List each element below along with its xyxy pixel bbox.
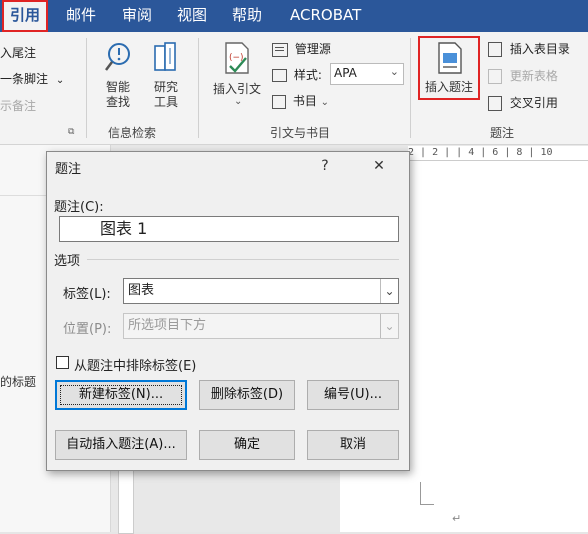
manage-sources-icon bbox=[272, 42, 288, 57]
update-table-button[interactable]: 更新表格 bbox=[488, 67, 558, 84]
new-label-button[interactable]: 新建标签(N)... bbox=[55, 380, 187, 410]
bibliography-icon bbox=[272, 94, 286, 109]
researcher-label: 研究 工具 bbox=[153, 80, 178, 109]
cancel-button[interactable]: 取消 bbox=[307, 430, 399, 460]
insert-caption-button[interactable]: 插入题注 bbox=[418, 36, 480, 100]
insert-citation-icon: (−) bbox=[225, 42, 249, 74]
next-footnote-button[interactable]: 一条脚注 ⌄ bbox=[0, 70, 64, 87]
cross-reference-label: 交叉引用 bbox=[509, 96, 558, 110]
svg-text:(−): (−) bbox=[229, 53, 244, 63]
horizontal-ruler[interactable]: 2 | 2 | | 4 | 6 | 8 | 10 bbox=[408, 146, 588, 161]
insert-table-of-figures-button[interactable]: 插入表目录 bbox=[488, 40, 570, 57]
tab-help[interactable]: 帮助 bbox=[232, 0, 262, 32]
dialog-title: 题注 bbox=[55, 162, 82, 177]
captions-group-label: 题注 bbox=[490, 126, 515, 140]
group-separator bbox=[410, 38, 411, 138]
insert-citation-label: 插入引文 bbox=[212, 82, 261, 96]
chevron-down-icon: ⌄ bbox=[389, 65, 399, 78]
chevron-down-icon: ⌄ bbox=[234, 96, 243, 107]
paragraph-mark-icon: ↵ bbox=[452, 512, 462, 525]
insert-table-of-figures-label: 插入表目录 bbox=[509, 42, 570, 56]
exclude-label-text: 从题注中排除标签(E) bbox=[74, 359, 197, 374]
tab-view[interactable]: 视图 bbox=[177, 0, 207, 32]
table-of-figures-icon bbox=[488, 42, 502, 57]
insert-caption-icon bbox=[438, 42, 462, 74]
chevron-down-icon: ⌄ bbox=[320, 97, 330, 108]
numbering-button[interactable]: 编号(U)... bbox=[307, 380, 399, 410]
next-footnote-label: 一条脚注 bbox=[0, 72, 49, 86]
options-section-label: 选项 bbox=[54, 254, 81, 269]
label-field-label: 标签(L): bbox=[63, 287, 111, 302]
close-button[interactable]: ✕ bbox=[367, 154, 391, 178]
caption-dialog: 题注 ? ✕ 题注(C): 图表 1 选项 标签(L): 图表 ⌄ 位置(P):… bbox=[46, 151, 410, 471]
style-label-group: 样式: bbox=[272, 66, 322, 83]
cross-reference-icon bbox=[488, 96, 502, 111]
group-separator bbox=[86, 38, 87, 138]
update-table-icon bbox=[488, 69, 502, 84]
chevron-down-icon: ⌄ bbox=[380, 279, 398, 303]
smart-lookup-label: 智能 查找 bbox=[105, 80, 130, 109]
show-notes-button[interactable]: 示备注 bbox=[0, 97, 36, 114]
style-select[interactable]: APA ⌄ bbox=[330, 63, 404, 85]
chevron-down-icon: ⌄ bbox=[55, 75, 65, 86]
manage-sources-button[interactable]: 管理源 bbox=[272, 40, 331, 57]
bibliography-label: 书目 bbox=[292, 94, 317, 108]
nav-heading-item[interactable]: 的标题 bbox=[0, 373, 36, 390]
update-table-label: 更新表格 bbox=[509, 69, 558, 83]
margin-mark bbox=[420, 504, 434, 505]
margin-mark bbox=[420, 482, 421, 504]
exclude-label-checkbox[interactable] bbox=[56, 356, 69, 369]
bibliography-button[interactable]: 书目 ⌄ bbox=[272, 92, 329, 109]
vertical-ruler[interactable] bbox=[118, 470, 134, 534]
label-select-value: 图表 bbox=[128, 283, 155, 298]
manage-sources-label: 管理源 bbox=[294, 42, 331, 56]
group-separator bbox=[198, 38, 199, 138]
position-select[interactable]: 所选项目下方 ⌄ bbox=[123, 313, 399, 339]
smart-lookup-button[interactable]: 智能 查找 bbox=[100, 40, 136, 110]
cross-reference-button[interactable]: 交叉引用 bbox=[488, 94, 558, 111]
style-label: 样式: bbox=[293, 68, 322, 82]
style-select-value: APA bbox=[334, 66, 357, 80]
books-icon bbox=[154, 42, 176, 71]
insert-caption-label: 插入题注 bbox=[424, 80, 473, 94]
lightbulb-search-icon bbox=[105, 43, 130, 71]
insert-endnote-button[interactable]: 入尾注 bbox=[0, 44, 36, 61]
tab-acrobat[interactable]: ACROBAT bbox=[290, 0, 361, 32]
caption-field-label: 题注(C): bbox=[54, 200, 104, 215]
tab-mailings[interactable]: 邮件 bbox=[66, 0, 96, 32]
position-field-label: 位置(P): bbox=[63, 322, 112, 337]
dialog-launcher-icon[interactable]: ⧉ bbox=[68, 127, 74, 137]
tab-review[interactable]: 审阅 bbox=[122, 0, 152, 32]
chevron-down-icon: ⌄ bbox=[380, 314, 398, 338]
caption-input[interactable]: 图表 1 bbox=[59, 216, 399, 242]
researcher-button[interactable]: 研究 工具 bbox=[148, 40, 184, 110]
insert-citation-button[interactable]: (−) 插入引文 ⌄ bbox=[206, 40, 268, 116]
label-select[interactable]: 图表 ⌄ bbox=[123, 278, 399, 304]
style-icon bbox=[272, 69, 287, 82]
tab-references[interactable]: 引用 bbox=[2, 0, 48, 32]
help-button[interactable]: ? bbox=[313, 154, 337, 178]
research-group-label: 信息检索 bbox=[108, 126, 157, 140]
citations-group-label: 引文与书目 bbox=[270, 126, 331, 140]
delete-label-button[interactable]: 删除标签(D) bbox=[199, 380, 295, 410]
position-select-value: 所选项目下方 bbox=[128, 318, 207, 333]
ok-button[interactable]: 确定 bbox=[199, 430, 295, 460]
options-divider bbox=[87, 259, 399, 260]
auto-caption-button[interactable]: 自动插入题注(A)... bbox=[55, 430, 187, 460]
